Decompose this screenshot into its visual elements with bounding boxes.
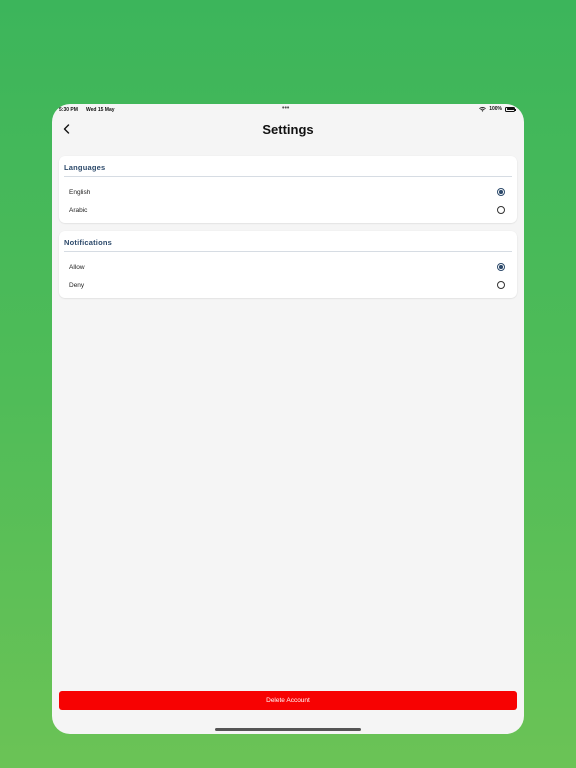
wifi-icon xyxy=(479,106,487,112)
radio-deny[interactable] xyxy=(497,281,505,289)
radio-allow[interactable] xyxy=(497,263,505,271)
radio-arabic[interactable] xyxy=(497,206,505,214)
option-arabic[interactable]: Arabic xyxy=(59,202,517,220)
device-screen: 5:30 PM Wed 15 May ••• 100% Settings Lan… xyxy=(52,104,524,734)
option-label: Arabic xyxy=(69,207,88,214)
home-indicator[interactable] xyxy=(215,728,361,731)
option-label: English xyxy=(69,189,91,196)
section-title-notifications: Notifications xyxy=(64,238,113,247)
multitasking-dots-icon[interactable]: ••• xyxy=(282,105,289,112)
status-time: 5:30 PM xyxy=(59,107,78,113)
option-label: Allow xyxy=(69,264,85,271)
option-english[interactable]: English xyxy=(59,184,517,202)
page-title: Settings xyxy=(262,122,314,137)
section-title-languages: Languages xyxy=(64,163,106,172)
status-right: 100% xyxy=(479,106,516,112)
divider xyxy=(64,251,512,252)
divider xyxy=(64,176,512,177)
battery-percent: 100% xyxy=(489,106,502,112)
radio-english[interactable] xyxy=(497,188,505,196)
option-label: Deny xyxy=(69,282,85,289)
delete-account-button[interactable]: Delete Account xyxy=(59,691,517,710)
navigation-bar: Settings xyxy=(52,116,524,144)
option-allow[interactable]: Allow xyxy=(59,259,517,277)
option-deny[interactable]: Deny xyxy=(59,277,517,295)
languages-section: Languages English Arabic xyxy=(59,156,517,223)
notifications-section: Notifications Allow Deny xyxy=(59,231,517,298)
battery-icon xyxy=(505,106,516,112)
status-date: Wed 15 May xyxy=(86,107,115,113)
status-bar: 5:30 PM Wed 15 May ••• 100% xyxy=(52,104,524,116)
